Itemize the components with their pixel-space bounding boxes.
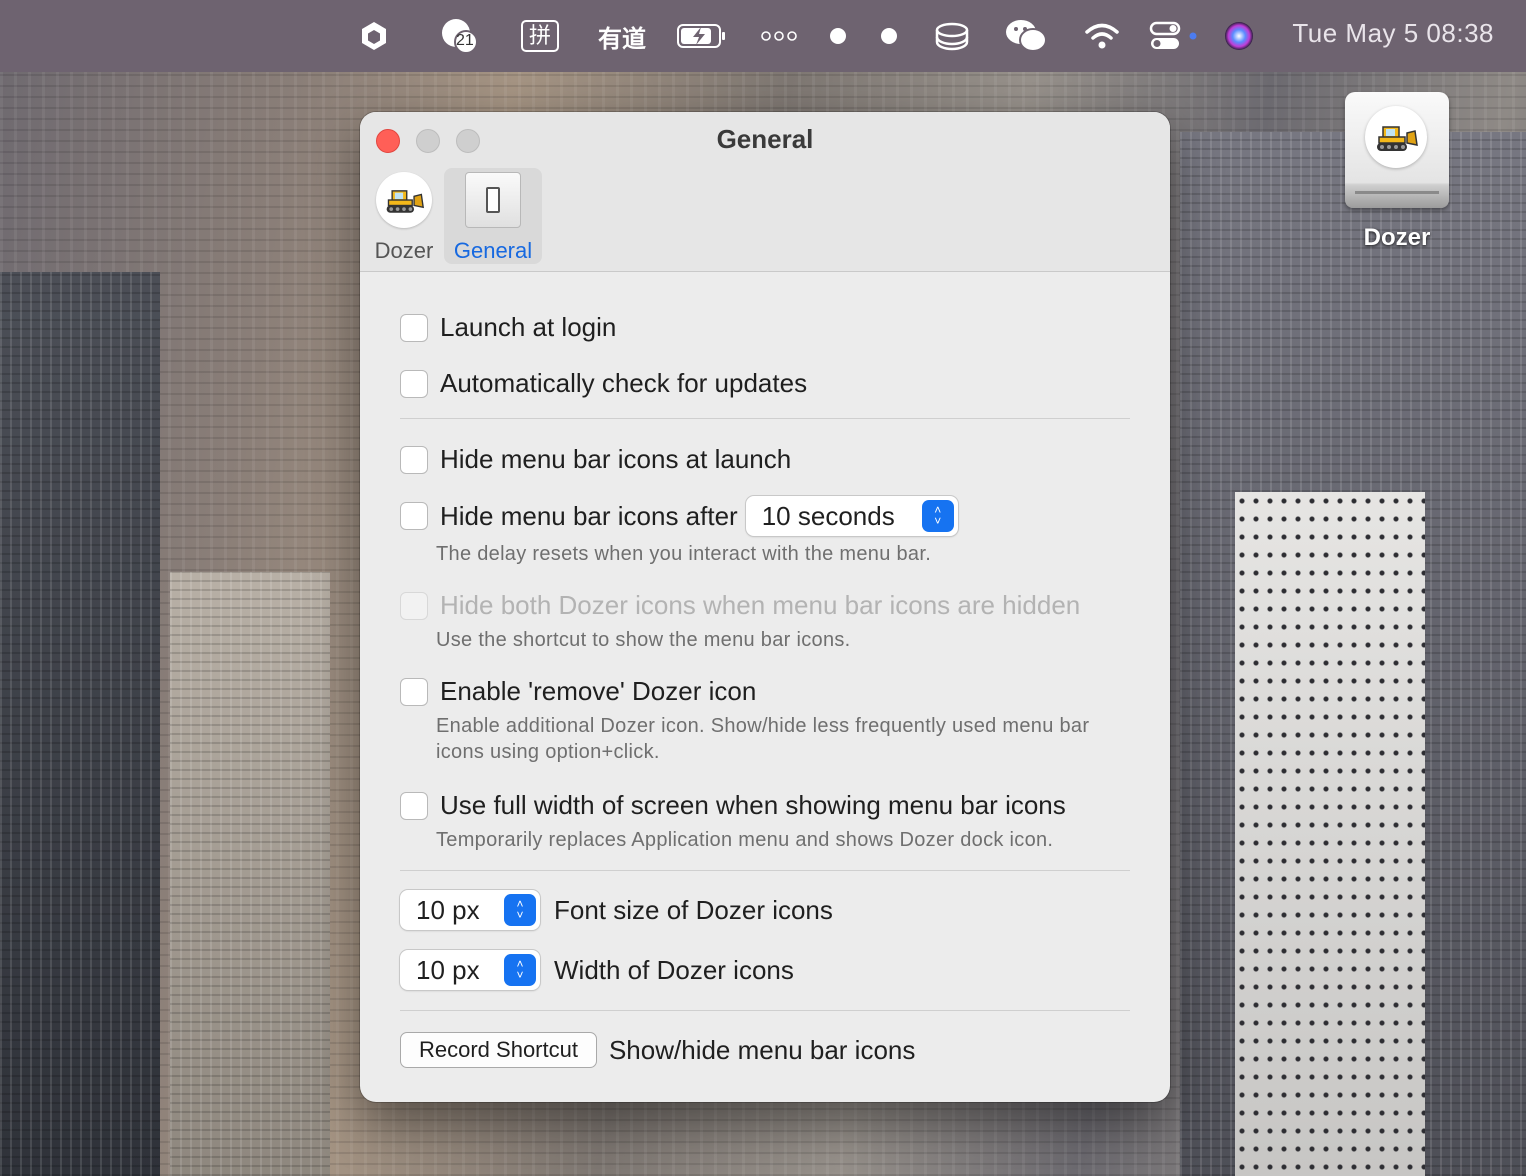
hide-both-label: Hide both Dozer icons when menu bar icon…: [440, 590, 1081, 620]
more-dots-icon[interactable]: [758, 18, 800, 54]
bulldozer-icon: [376, 172, 432, 228]
divider: [400, 1010, 1130, 1011]
hide-after-checkbox[interactable]: [400, 502, 428, 530]
remove-icon-row: Enable 'remove' Dozer icon: [400, 676, 756, 707]
hide-after-hint: The delay resets when you interact with …: [436, 543, 932, 565]
divider: [400, 870, 1130, 871]
tab-general-label: General: [453, 238, 533, 263]
window-title: General: [716, 124, 814, 154]
database-stack-icon[interactable]: [932, 18, 972, 54]
full-width-label: Use full width of screen when showing me…: [440, 790, 1066, 820]
remove-icon-hint-line2: icons using option+click.: [436, 741, 660, 763]
auto-updates-row: Automatically check for updates: [400, 368, 807, 399]
battery-icon[interactable]: [676, 18, 728, 54]
font-size-stepper[interactable]: 10 px ˄ ˅: [400, 890, 540, 930]
tab-dozer[interactable]: Dozer: [368, 168, 440, 264]
dozer-dot-icon[interactable]: [877, 18, 901, 54]
pinyin-input-label: 拼: [520, 20, 559, 52]
hide-after-row: Hide menu bar icons after 10 seconds ˄ ˅: [400, 496, 958, 536]
hide-both-hint: Use the shortcut to show the menu bar ic…: [436, 629, 851, 651]
remove-icon-checkbox[interactable]: [400, 677, 428, 706]
launch-at-login-row: Launch at login: [400, 312, 616, 343]
preferences-window: General Dozer General Launch at login Au…: [360, 112, 1170, 1102]
auto-updates-label: Automatically check for updates: [440, 368, 808, 398]
drive-label: Dozer: [1363, 224, 1431, 251]
notification-badge-icon[interactable]: 21: [438, 18, 482, 54]
record-shortcut-button[interactable]: Record Shortcut: [400, 1032, 597, 1068]
remove-icon-label: Enable 'remove' Dozer icon: [440, 676, 757, 706]
wifi-icon[interactable]: [1084, 18, 1120, 54]
external-drive-icon: [1345, 92, 1449, 208]
font-size-label: Font size of Dozer icons: [554, 894, 833, 925]
hide-after-label: Hide menu bar icons after: [440, 500, 738, 531]
hide-delay-popup[interactable]: 10 seconds ˄ ˅: [745, 496, 958, 536]
auto-updates-checkbox[interactable]: [400, 369, 428, 398]
hide-delay-value: 10 seconds: [761, 500, 895, 531]
siri-icon[interactable]: [1222, 18, 1256, 54]
remove-icon-hint-line1: Enable additional Dozer icon. Show/hide …: [436, 715, 1090, 737]
font-size-value: 10 px: [416, 894, 480, 925]
launch-at-login-checkbox[interactable]: [400, 313, 428, 342]
wallpaper-building: [1235, 492, 1425, 1176]
hide-both-row: Hide both Dozer icons when menu bar icon…: [400, 590, 1080, 621]
hide-at-launch-row: Hide menu bar icons at launch: [400, 444, 791, 475]
shortcut-row: Record Shortcut Show/hide menu bar icons: [400, 1032, 915, 1068]
chevron-updown-icon: ˄ ˅: [921, 500, 954, 532]
icon-width-row: 10 px ˄ ˅ Width of Dozer icons: [400, 950, 794, 990]
tab-dozer-label: Dozer: [374, 238, 434, 263]
icon-width-stepper[interactable]: 10 px ˄ ˅: [400, 950, 540, 990]
bulldozer-icon: [1365, 106, 1427, 168]
youdao-icon[interactable]: 有道: [598, 18, 646, 54]
menubar-clock[interactable]: Tue May 5 08:38: [1292, 18, 1494, 49]
pinyin-input-icon[interactable]: 拼: [517, 18, 563, 54]
wallpaper-building: [170, 572, 330, 1176]
desktop-drive-dozer[interactable]: Dozer: [1332, 92, 1462, 252]
control-center-icon[interactable]: [1148, 18, 1202, 54]
divider: [400, 418, 1130, 419]
wechat-icon[interactable]: [1004, 18, 1048, 54]
tab-general[interactable]: General: [444, 168, 542, 264]
drive-slot: [1355, 191, 1439, 194]
menu-bar: 21 拼 有道 Tue May 5 08:38: [0, 0, 1526, 72]
full-width-checkbox[interactable]: [400, 791, 428, 820]
font-size-row: 10 px ˄ ˅ Font size of Dozer icons: [400, 890, 833, 930]
hide-at-launch-label: Hide menu bar icons at launch: [440, 444, 792, 474]
full-width-row: Use full width of screen when showing me…: [400, 790, 1066, 821]
notification-count: 21: [456, 32, 474, 49]
chevron-updown-icon[interactable]: ˄ ˅: [504, 894, 536, 926]
full-width-hint: Temporarily replaces Application menu an…: [436, 829, 1054, 851]
icon-width-value: 10 px: [416, 954, 480, 985]
hide-at-launch-checkbox[interactable]: [400, 445, 428, 474]
window-toolbar: General Dozer General: [360, 112, 1170, 272]
dozer-dot-icon[interactable]: [826, 18, 850, 54]
youdao-label: 有道: [598, 25, 646, 53]
shortcut-label: Show/hide menu bar icons: [608, 1034, 916, 1065]
hide-both-checkbox: [400, 591, 428, 620]
launch-at-login-label: Launch at login: [440, 312, 617, 342]
chevron-updown-icon[interactable]: ˄ ˅: [504, 954, 536, 986]
switch-icon: [465, 172, 521, 228]
icon-width-label: Width of Dozer icons: [554, 954, 794, 985]
dozer-hexagon-icon[interactable]: [358, 18, 390, 54]
wallpaper-building: [0, 272, 160, 1176]
